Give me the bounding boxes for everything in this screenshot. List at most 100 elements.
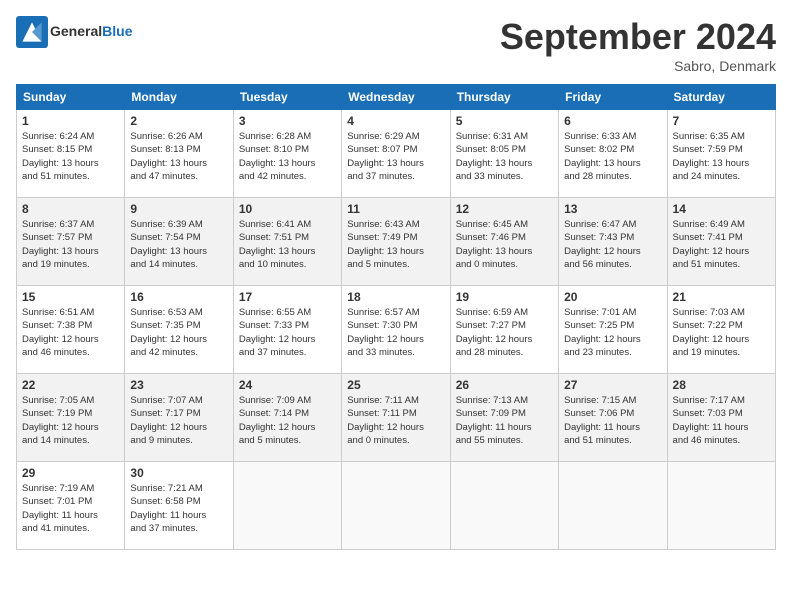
col-sunday: Sunday <box>17 85 125 110</box>
day-info: Sunrise: 7:01 AMSunset: 7:25 PMDaylight:… <box>564 306 661 359</box>
day-info: Sunrise: 7:05 AMSunset: 7:19 PMDaylight:… <box>22 394 119 447</box>
calendar-week-4: 22 Sunrise: 7:05 AMSunset: 7:19 PMDayligh… <box>17 374 776 462</box>
calendar-cell: 20 Sunrise: 7:01 AMSunset: 7:25 PMDayligh… <box>559 286 667 374</box>
header: GeneralBlue September 2024 Sabro, Denmar… <box>16 16 776 74</box>
day-info: Sunrise: 7:21 AMSunset: 6:58 PMDaylight:… <box>130 482 227 535</box>
day-number: 3 <box>239 114 336 128</box>
calendar-table: Sunday Monday Tuesday Wednesday Thursday… <box>16 84 776 550</box>
day-number: 17 <box>239 290 336 304</box>
calendar-cell: 26 Sunrise: 7:13 AMSunset: 7:09 PMDayligh… <box>450 374 558 462</box>
calendar-cell: 7Sunrise: 6:35 AMSunset: 7:59 PMDaylight… <box>667 110 775 198</box>
day-number: 14 <box>673 202 770 216</box>
calendar-cell: 21Sunrise: 7:03 AMSunset: 7:22 PMDayligh… <box>667 286 775 374</box>
day-number: 24 <box>239 378 336 392</box>
day-info: Sunrise: 7:07 AMSunset: 7:17 PMDaylight:… <box>130 394 227 447</box>
calendar-cell: 28 Sunrise: 7:17 AMSunset: 7:03 PMDayligh… <box>667 374 775 462</box>
calendar-cell <box>233 462 341 550</box>
calendar-cell <box>450 462 558 550</box>
day-info: Sunrise: 7:19 AMSunset: 7:01 PMDaylight:… <box>22 482 119 535</box>
day-number: 30 <box>130 466 227 480</box>
calendar-week-3: 15Sunrise: 6:51 AMSunset: 7:38 PMDayligh… <box>17 286 776 374</box>
col-thursday: Thursday <box>450 85 558 110</box>
calendar-cell: 18Sunrise: 6:57 AMSunset: 7:30 PMDayligh… <box>342 286 450 374</box>
col-wednesday: Wednesday <box>342 85 450 110</box>
calendar-cell: 29 Sunrise: 7:19 AMSunset: 7:01 PMDayligh… <box>17 462 125 550</box>
day-number: 9 <box>130 202 227 216</box>
calendar-week-5: 29 Sunrise: 7:19 AMSunset: 7:01 PMDayligh… <box>17 462 776 550</box>
col-friday: Friday <box>559 85 667 110</box>
day-number: 16 <box>130 290 227 304</box>
calendar-cell: 5Sunrise: 6:31 AMSunset: 8:05 PMDaylight… <box>450 110 558 198</box>
day-number: 23 <box>130 378 227 392</box>
day-info: Sunrise: 6:28 AMSunset: 8:10 PMDaylight:… <box>239 130 336 183</box>
day-number: 15 <box>22 290 119 304</box>
page-container: GeneralBlue September 2024 Sabro, Denmar… <box>0 0 792 558</box>
calendar-cell: 8 Sunrise: 6:37 AMSunset: 7:57 PMDaylight… <box>17 198 125 286</box>
calendar-cell <box>559 462 667 550</box>
calendar-cell <box>667 462 775 550</box>
month-title: September 2024 <box>500 16 776 58</box>
logo-icon <box>16 16 48 48</box>
calendar-cell: 16Sunrise: 6:53 AMSunset: 7:35 PMDayligh… <box>125 286 233 374</box>
day-number: 29 <box>22 466 119 480</box>
day-info: Sunrise: 7:03 AMSunset: 7:22 PMDaylight:… <box>673 306 770 359</box>
calendar-cell: 22 Sunrise: 7:05 AMSunset: 7:19 PMDayligh… <box>17 374 125 462</box>
day-number: 13 <box>564 202 661 216</box>
calendar-cell: 2 Sunrise: 6:26 AMSunset: 8:13 PMDaylight… <box>125 110 233 198</box>
col-monday: Monday <box>125 85 233 110</box>
title-block: September 2024 Sabro, Denmark <box>500 16 776 74</box>
day-number: 28 <box>673 378 770 392</box>
calendar-cell: 3 Sunrise: 6:28 AMSunset: 8:10 PMDaylight… <box>233 110 341 198</box>
day-number: 2 <box>130 114 227 128</box>
calendar-cell: 24 Sunrise: 7:09 AMSunset: 7:14 PMDayligh… <box>233 374 341 462</box>
day-number: 6 <box>564 114 661 128</box>
day-number: 19 <box>456 290 553 304</box>
calendar-cell: 17Sunrise: 6:55 AMSunset: 7:33 PMDayligh… <box>233 286 341 374</box>
day-info: Sunrise: 6:31 AMSunset: 8:05 PMDaylight:… <box>456 130 553 183</box>
day-info: Sunrise: 6:35 AMSunset: 7:59 PMDaylight:… <box>673 130 770 183</box>
calendar-cell: 14 Sunrise: 6:49 AMSunset: 7:41 PMDayligh… <box>667 198 775 286</box>
day-number: 22 <box>22 378 119 392</box>
day-info: Sunrise: 6:24 AMSunset: 8:15 PMDaylight:… <box>22 130 119 183</box>
day-info: Sunrise: 7:15 AMSunset: 7:06 PMDaylight:… <box>564 394 661 447</box>
day-info: Sunrise: 6:45 AMSunset: 7:46 PMDaylight:… <box>456 218 553 271</box>
calendar-week-2: 8 Sunrise: 6:37 AMSunset: 7:57 PMDaylight… <box>17 198 776 286</box>
day-info: Sunrise: 7:11 AMSunset: 7:11 PMDaylight:… <box>347 394 444 447</box>
calendar-cell: 30 Sunrise: 7:21 AMSunset: 6:58 PMDayligh… <box>125 462 233 550</box>
day-number: 11 <box>347 202 444 216</box>
calendar-cell <box>342 462 450 550</box>
logo-general: General <box>50 23 102 39</box>
day-info: Sunrise: 7:13 AMSunset: 7:09 PMDaylight:… <box>456 394 553 447</box>
day-info: Sunrise: 7:17 AMSunset: 7:03 PMDaylight:… <box>673 394 770 447</box>
day-info: Sunrise: 6:59 AMSunset: 7:27 PMDaylight:… <box>456 306 553 359</box>
day-number: 20 <box>564 290 661 304</box>
calendar-cell: 1 Sunrise: 6:24 AMSunset: 8:15 PMDaylight… <box>17 110 125 198</box>
calendar-cell: 9Sunrise: 6:39 AMSunset: 7:54 PMDaylight… <box>125 198 233 286</box>
day-info: Sunrise: 6:29 AMSunset: 8:07 PMDaylight:… <box>347 130 444 183</box>
calendar-header: Sunday Monday Tuesday Wednesday Thursday… <box>17 85 776 110</box>
day-info: Sunrise: 7:09 AMSunset: 7:14 PMDaylight:… <box>239 394 336 447</box>
day-info: Sunrise: 6:33 AMSunset: 8:02 PMDaylight:… <box>564 130 661 183</box>
calendar-cell: 13 Sunrise: 6:47 AMSunset: 7:43 PMDayligh… <box>559 198 667 286</box>
calendar-cell: 4Sunrise: 6:29 AMSunset: 8:07 PMDaylight… <box>342 110 450 198</box>
day-number: 26 <box>456 378 553 392</box>
weekday-row: Sunday Monday Tuesday Wednesday Thursday… <box>17 85 776 110</box>
col-saturday: Saturday <box>667 85 775 110</box>
day-number: 1 <box>22 114 119 128</box>
calendar-cell: 15Sunrise: 6:51 AMSunset: 7:38 PMDayligh… <box>17 286 125 374</box>
calendar-cell: 19 Sunrise: 6:59 AMSunset: 7:27 PMDayligh… <box>450 286 558 374</box>
day-number: 8 <box>22 202 119 216</box>
day-info: Sunrise: 6:43 AMSunset: 7:49 PMDaylight:… <box>347 218 444 271</box>
calendar-cell: 25Sunrise: 7:11 AMSunset: 7:11 PMDayligh… <box>342 374 450 462</box>
calendar-cell: 23 Sunrise: 7:07 AMSunset: 7:17 PMDayligh… <box>125 374 233 462</box>
calendar-cell: 6 Sunrise: 6:33 AMSunset: 8:02 PMDaylight… <box>559 110 667 198</box>
day-info: Sunrise: 6:37 AMSunset: 7:57 PMDaylight:… <box>22 218 119 271</box>
day-info: Sunrise: 6:47 AMSunset: 7:43 PMDaylight:… <box>564 218 661 271</box>
day-number: 18 <box>347 290 444 304</box>
day-info: Sunrise: 6:41 AMSunset: 7:51 PMDaylight:… <box>239 218 336 271</box>
day-info: Sunrise: 6:49 AMSunset: 7:41 PMDaylight:… <box>673 218 770 271</box>
calendar-body: 1 Sunrise: 6:24 AMSunset: 8:15 PMDaylight… <box>17 110 776 550</box>
day-info: Sunrise: 6:26 AMSunset: 8:13 PMDaylight:… <box>130 130 227 183</box>
calendar-cell: 27Sunrise: 7:15 AMSunset: 7:06 PMDayligh… <box>559 374 667 462</box>
calendar-week-1: 1 Sunrise: 6:24 AMSunset: 8:15 PMDaylight… <box>17 110 776 198</box>
